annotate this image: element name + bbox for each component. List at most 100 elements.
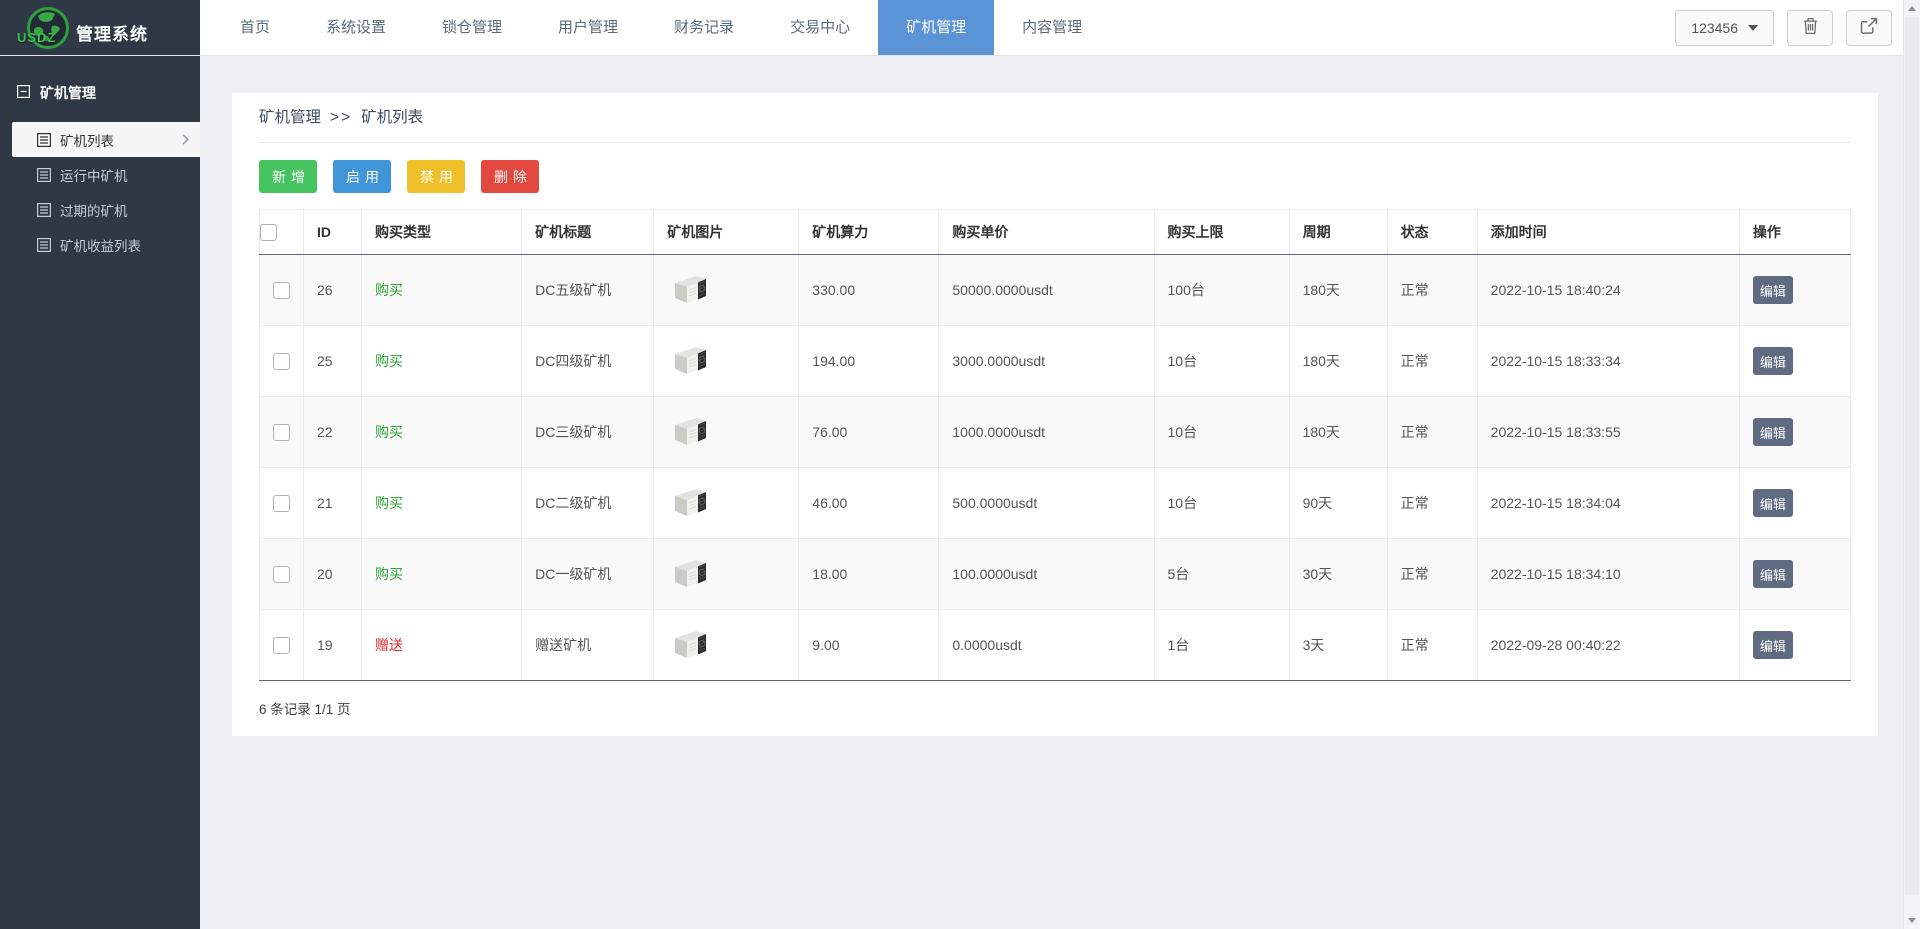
cell-action: 编辑 — [1739, 397, 1850, 468]
cell-limit: 10台 — [1154, 326, 1289, 397]
miner-image — [669, 555, 713, 591]
delete-button[interactable]: 删除 — [481, 160, 539, 193]
trash-button[interactable] — [1787, 10, 1833, 46]
cell-action: 编辑 — [1739, 326, 1850, 397]
miner-image — [669, 271, 713, 307]
sidebar-menu: 矿机列表运行中矿机过期的矿机矿机收益列表 — [0, 122, 200, 262]
breadcrumb: 矿机管理>>矿机列表 — [259, 93, 1851, 143]
user-menu-button[interactable]: 123456 — [1675, 10, 1774, 46]
row-checkbox[interactable] — [273, 495, 290, 512]
nav-tab-user-management[interactable]: 用户管理 — [530, 0, 646, 55]
miner-table: ID购买类型矿机标题矿机图片矿机算力购买单价购买上限周期状态添加时间操作 26购… — [259, 209, 1851, 681]
chevron-right-icon — [182, 134, 189, 145]
scrollbar-thumb[interactable] — [1905, 17, 1919, 895]
edit-button[interactable]: 编辑 — [1753, 631, 1793, 659]
cell-status: 正常 — [1387, 468, 1477, 539]
user-menu-label: 123456 — [1691, 20, 1738, 36]
column-header: 矿机算力 — [799, 210, 939, 255]
column-header: ID — [304, 210, 362, 255]
logo-usdz-text: USDZ — [17, 30, 56, 45]
logo: USDZ 管理系统 — [0, 0, 200, 55]
nav-tab-system-settings[interactable]: 系统设置 — [298, 0, 414, 55]
sidebar-item-running-miners[interactable]: 运行中矿机 — [0, 157, 200, 192]
disable-button[interactable]: 禁用 — [407, 160, 465, 193]
miner-image — [669, 626, 713, 662]
cell-period: 180天 — [1289, 255, 1387, 326]
row-checkbox[interactable] — [273, 353, 290, 370]
top-nav: 首页系统设置锁仓管理用户管理财务记录交易中心矿机管理内容管理 — [212, 0, 1110, 55]
cell-limit: 5台 — [1154, 539, 1289, 610]
buy-type-label: 赠送 — [375, 637, 403, 653]
nav-tab-lock-management[interactable]: 锁仓管理 — [414, 0, 530, 55]
cell-id: 19 — [304, 610, 362, 681]
column-header: 周期 — [1289, 210, 1387, 255]
cell-status: 正常 — [1387, 397, 1477, 468]
edit-button[interactable]: 编辑 — [1753, 489, 1793, 517]
cell-select — [260, 397, 304, 468]
cell-title: DC二级矿机 — [522, 468, 654, 539]
cell-title: 赠送矿机 — [522, 610, 654, 681]
buy-type-label: 购买 — [375, 424, 403, 440]
nav-tab-content-management[interactable]: 内容管理 — [994, 0, 1110, 55]
table-header-row: ID购买类型矿机标题矿机图片矿机算力购买单价购买上限周期状态添加时间操作 — [260, 210, 1851, 255]
cell-price: 500.0000usdt — [939, 468, 1154, 539]
export-icon — [1860, 17, 1878, 38]
row-checkbox[interactable] — [273, 637, 290, 654]
buy-type-label: 购买 — [375, 495, 403, 511]
vertical-scrollbar[interactable] — [1903, 0, 1920, 929]
cell-limit: 100台 — [1154, 255, 1289, 326]
cell-added-time: 2022-10-15 18:34:04 — [1477, 468, 1739, 539]
table-row: 25购买DC四级矿机194.003000.0000usdt10台180天正常20… — [260, 326, 1851, 397]
nav-tab-finance-records[interactable]: 财务记录 — [646, 0, 762, 55]
cell-added-time: 2022-10-15 18:40:24 — [1477, 255, 1739, 326]
table-row: 19赠送赠送矿机9.000.0000usdt1台3天正常2022-09-28 0… — [260, 610, 1851, 681]
cell-action: 编辑 — [1739, 610, 1850, 681]
add-button[interactable]: 新增 — [259, 160, 317, 193]
edit-button[interactable]: 编辑 — [1753, 560, 1793, 588]
export-button[interactable] — [1846, 10, 1892, 46]
list-icon — [37, 168, 51, 182]
sidebar: 矿机管理 矿机列表运行中矿机过期的矿机矿机收益列表 — [0, 56, 200, 929]
breadcrumb-section: 矿机管理 — [259, 109, 321, 126]
column-header: 状态 — [1387, 210, 1477, 255]
cell-title: DC五级矿机 — [522, 255, 654, 326]
row-checkbox[interactable] — [273, 424, 290, 441]
cell-id: 26 — [304, 255, 362, 326]
trash-icon — [1803, 17, 1818, 38]
cell-price: 3000.0000usdt — [939, 326, 1154, 397]
column-header: 矿机图片 — [654, 210, 799, 255]
column-header: 添加时间 — [1477, 210, 1739, 255]
sidebar-item-label: 运行中矿机 — [60, 165, 128, 185]
row-checkbox[interactable] — [273, 566, 290, 583]
nav-tab-home[interactable]: 首页 — [212, 0, 298, 55]
row-checkbox[interactable] — [273, 282, 290, 299]
breadcrumb-separator: >> — [330, 109, 352, 126]
edit-button[interactable]: 编辑 — [1753, 276, 1793, 304]
cell-select — [260, 610, 304, 681]
nav-tab-trade-center[interactable]: 交易中心 — [762, 0, 878, 55]
cell-buy-type: 购买 — [362, 255, 522, 326]
sidebar-item-expired-miners[interactable]: 过期的矿机 — [0, 192, 200, 227]
content-panel: 矿机管理>>矿机列表 新增启用禁用删除 ID购买类型矿机标题矿机图片矿机算力购买… — [232, 93, 1878, 736]
collapse-icon — [17, 85, 30, 101]
scroll-up-icon[interactable] — [1904, 0, 1920, 17]
cell-added-time: 2022-10-15 18:33:55 — [1477, 397, 1739, 468]
select-all-checkbox[interactable] — [260, 224, 277, 241]
cell-price: 1000.0000usdt — [939, 397, 1154, 468]
cell-action: 编辑 — [1739, 539, 1850, 610]
sidebar-section-header[interactable]: 矿机管理 — [0, 56, 200, 122]
enable-button[interactable]: 启用 — [333, 160, 391, 193]
edit-button[interactable]: 编辑 — [1753, 418, 1793, 446]
scroll-down-icon[interactable] — [1904, 912, 1920, 929]
sidebar-item-miner-list[interactable]: 矿机列表 — [12, 122, 200, 157]
cell-buy-type: 赠送 — [362, 610, 522, 681]
cell-image — [654, 397, 799, 468]
nav-tab-miner-management[interactable]: 矿机管理 — [878, 0, 994, 55]
sidebar-item-miner-income-list[interactable]: 矿机收益列表 — [0, 227, 200, 262]
edit-button[interactable]: 编辑 — [1753, 347, 1793, 375]
cell-added-time: 2022-10-15 18:33:34 — [1477, 326, 1739, 397]
cell-hashrate: 9.00 — [799, 610, 939, 681]
miner-image — [669, 413, 713, 449]
list-icon — [37, 133, 51, 147]
cell-period: 90天 — [1289, 468, 1387, 539]
